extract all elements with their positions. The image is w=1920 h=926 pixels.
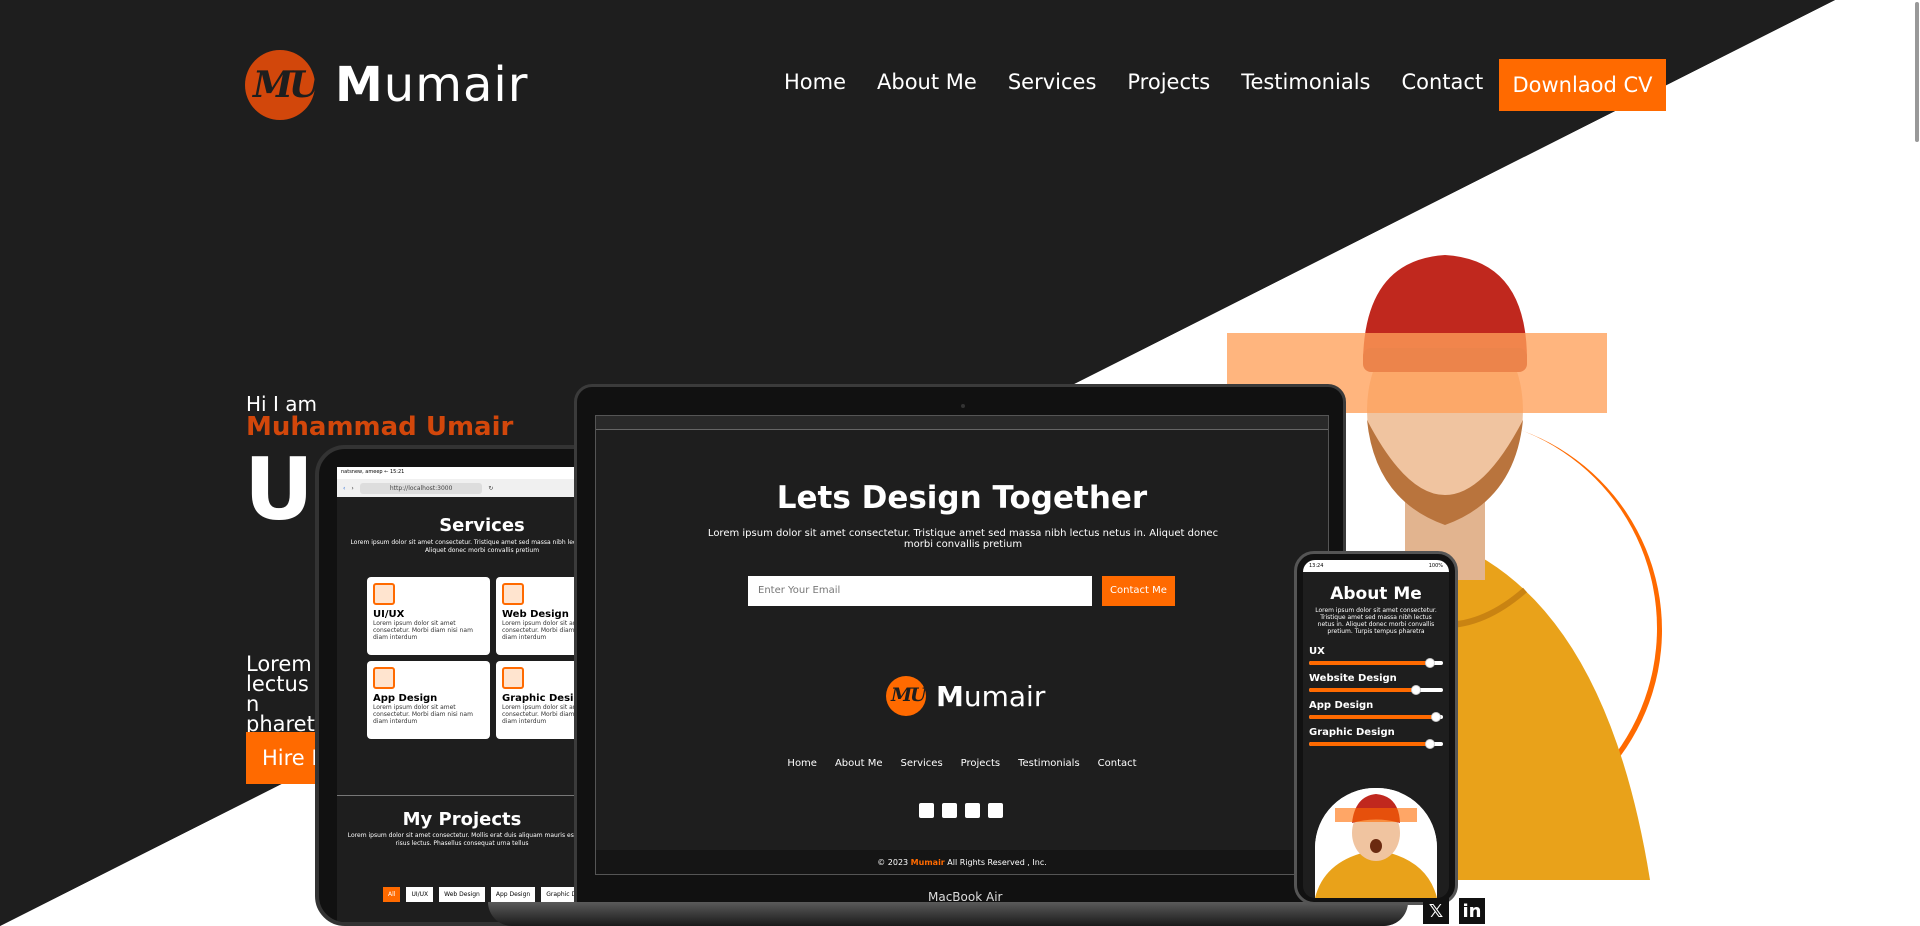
footer-nav-services[interactable]: Services <box>900 758 942 769</box>
laptop-base <box>488 902 1408 926</box>
skill-knob[interactable] <box>1424 739 1435 749</box>
skill-name: Graphic Design <box>1309 727 1395 738</box>
nav-about-me[interactable]: About Me <box>877 70 977 94</box>
web-design-icon <box>502 583 524 605</box>
about-title: About Me <box>1330 584 1422 604</box>
nav-projects[interactable]: Projects <box>1127 70 1210 94</box>
contact-me-button[interactable]: Contact Me <box>1102 576 1175 606</box>
back-icon: ‹ <box>343 484 346 492</box>
tab-web-design[interactable]: Web Design <box>439 887 485 902</box>
laptop-screen: Lets Design Together Lorem ipsum dolor s… <box>595 415 1329 875</box>
contact-subtitle: Lorem ipsum dolor sit amet consectetur. … <box>707 528 1219 550</box>
footer-nav-projects[interactable]: Projects <box>961 758 1000 769</box>
footer-logo-text: Mumair <box>936 679 1046 713</box>
hero-name: Muhammad Umair <box>246 412 514 442</box>
nav-contact[interactable]: Contact <box>1401 70 1483 94</box>
skill-slider[interactable] <box>1309 712 1443 722</box>
skill-name: App Design <box>1309 700 1374 711</box>
projects-title: My Projects <box>402 809 522 830</box>
skill-fill <box>1309 661 1430 665</box>
instagram-icon[interactable] <box>942 803 957 818</box>
footer-social <box>919 803 1003 818</box>
linkedin-icon[interactable] <box>988 803 1003 818</box>
tab-uiux[interactable]: UI/UX <box>406 887 434 902</box>
nav-services[interactable]: Services <box>1008 70 1097 94</box>
tab-app-design[interactable]: App Design <box>490 887 536 902</box>
scrollbar-thumb[interactable] <box>1915 2 1919 142</box>
tab-all[interactable]: All <box>383 887 401 902</box>
nav-testimonials[interactable]: Testimonials <box>1241 70 1370 94</box>
footer-nav-testimonials[interactable]: Testimonials <box>1018 758 1080 769</box>
laptop-mockup: Lets Design Together Lorem ipsum dolor s… <box>574 384 1346 906</box>
footer-logo-mark: MU <box>886 676 927 716</box>
footer-nav-home[interactable]: Home <box>787 758 817 769</box>
email-input[interactable]: Enter Your Email <box>748 576 1092 606</box>
twitter-icon[interactable] <box>965 803 980 818</box>
footer-nav: Home About Me Services Projects Testimon… <box>596 758 1328 769</box>
skills-list: UX Website Design App Design Graphic Design <box>1303 646 1449 749</box>
project-filter-tabs: All UI/UX Web Design App Design Graphic … <box>383 887 585 902</box>
facebook-icon[interactable] <box>919 803 934 818</box>
skill-slider[interactable] <box>1309 739 1443 749</box>
phone-status-bar: 13:24 100% <box>1303 560 1449 572</box>
skill-knob[interactable] <box>1431 712 1442 722</box>
contact-title: Lets Design Together <box>776 480 1148 516</box>
laptop-screen-topbar <box>596 416 1328 430</box>
logo-mark: MU <box>245 50 320 120</box>
bottom-social: 𝕏 in <box>1423 898 1485 924</box>
twitter-icon[interactable]: 𝕏 <box>1423 898 1449 924</box>
skill-name: Website Design <box>1309 673 1397 684</box>
skill-fill <box>1309 715 1437 719</box>
skill-item: App Design <box>1309 700 1443 722</box>
footer-nav-about-me[interactable]: About Me <box>835 758 883 769</box>
skill-item: Website Design <box>1309 673 1443 695</box>
hero-description: Lorem i lectus n pharetr <box>246 654 325 734</box>
graphic-design-icon <box>502 667 524 689</box>
tablet-url: http://localhost:3000 <box>359 482 483 494</box>
skill-item: UX <box>1309 646 1443 668</box>
skill-slider[interactable] <box>1309 658 1443 668</box>
skill-item: Graphic Design <box>1309 727 1443 749</box>
nav-home[interactable]: Home <box>784 70 846 94</box>
app-design-icon <box>373 667 395 689</box>
reload-icon: ↻ <box>488 484 494 492</box>
main-nav: Home About Me Services Projects Testimon… <box>784 70 1483 94</box>
projects-section: My Projects Lorem ipsum dolor sit amet c… <box>337 809 587 850</box>
phone-screen: 13:24 100% About Me Lorem ipsum dolor sit… <box>1303 560 1449 898</box>
skill-name: UX <box>1309 646 1325 657</box>
footer-nav-contact[interactable]: Contact <box>1098 758 1137 769</box>
about-subtitle: Lorem ipsum dolor sit amet consectetur. … <box>1315 607 1437 635</box>
footer-copyright: © 2023 Mumair All Rights Reserved , Inc. <box>596 850 1328 874</box>
forward-icon: › <box>351 484 354 492</box>
download-cv-button[interactable]: Downlaod CV <box>1499 59 1666 111</box>
scrollbar[interactable] <box>1914 0 1920 926</box>
logo-text: Mumair <box>335 57 529 113</box>
skill-fill <box>1309 742 1430 746</box>
skill-fill <box>1309 688 1417 692</box>
service-card-app-design[interactable]: App Design Lorem ipsum dolor sit amet co… <box>367 661 490 739</box>
skill-knob[interactable] <box>1411 685 1422 695</box>
camera <box>961 404 965 408</box>
skill-knob[interactable] <box>1424 658 1435 668</box>
service-card-uiux[interactable]: UI/UX Lorem ipsum dolor sit amet consect… <box>367 577 490 655</box>
logo[interactable]: MU Mumair <box>245 50 528 120</box>
footer-logo[interactable]: MU Mumair <box>886 676 1045 716</box>
skill-slider[interactable] <box>1309 685 1443 695</box>
uiux-icon <box>373 583 395 605</box>
linkedin-icon[interactable]: in <box>1459 898 1485 924</box>
projects-subtitle: Lorem ipsum dolor sit amet consectetur. … <box>347 832 577 847</box>
phone-mockup: 13:24 100% About Me Lorem ipsum dolor sit… <box>1294 551 1458 905</box>
phone-profile-photo <box>1315 788 1437 898</box>
